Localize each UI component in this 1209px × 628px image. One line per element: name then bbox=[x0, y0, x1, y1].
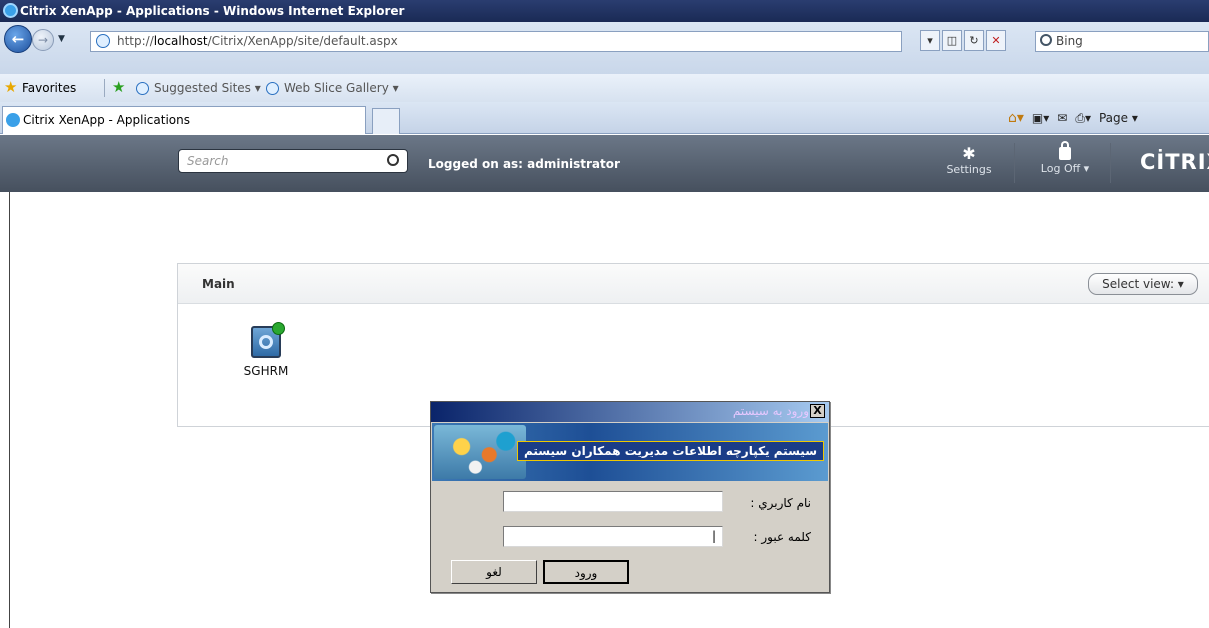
password-label: کلمه عبور : bbox=[753, 530, 811, 544]
fish-image bbox=[434, 425, 526, 479]
published-check-icon bbox=[272, 322, 285, 335]
application-icon bbox=[251, 322, 285, 358]
new-tab-button[interactable] bbox=[372, 108, 400, 134]
page-icon bbox=[96, 34, 110, 48]
tab-title: Citrix XenApp - Applications bbox=[23, 113, 190, 127]
home-icon[interactable]: ⌂▾ bbox=[1008, 110, 1024, 126]
header-divider bbox=[1014, 143, 1015, 183]
window-title-bar: Citrix XenApp - Applications - Windows I… bbox=[0, 0, 1209, 22]
fav-link-suggested-sites[interactable]: Suggested Sites ▾ bbox=[136, 74, 261, 102]
fav-link-label: Suggested Sites ▾ bbox=[154, 81, 261, 95]
address-host: localhost bbox=[153, 34, 208, 48]
username-label: نام کاربري : bbox=[750, 496, 811, 510]
window-edge bbox=[9, 192, 10, 628]
logged-on-text: Logged on as: administrator bbox=[428, 157, 620, 171]
fav-link-web-slice-gallery[interactable]: Web Slice Gallery ▾ bbox=[266, 74, 399, 102]
cancel-button[interactable]: لغو bbox=[451, 560, 537, 584]
favorites-star-icon: ★ bbox=[4, 78, 18, 96]
search-icon[interactable] bbox=[387, 154, 399, 166]
search-placeholder: Bing bbox=[1056, 34, 1083, 48]
panel-header: Main Select view: ▾ bbox=[178, 264, 1209, 304]
add-favorite-icon[interactable]: ★ bbox=[112, 80, 125, 95]
panel-title: Main bbox=[202, 277, 235, 291]
compatibility-view-icon[interactable]: ◫ bbox=[942, 30, 962, 51]
favorites-button[interactable]: Favorites bbox=[22, 74, 76, 102]
search-icon bbox=[1040, 34, 1052, 46]
recent-pages-dropdown-icon[interactable]: ▼ bbox=[58, 34, 65, 44]
favorites-bar: ★ Favorites ★ Suggested Sites ▾ Web Slic… bbox=[0, 74, 1209, 102]
page-icon bbox=[266, 82, 279, 95]
command-bar: ⌂▾ ▣▾ ✉ ⎙▾ Page ▾ bbox=[1008, 110, 1138, 126]
tab-bar: Citrix XenApp - Applications ⌂▾ ▣▾ ✉ ⎙▾ … bbox=[0, 102, 1209, 134]
page-menu[interactable]: Page ▾ bbox=[1099, 110, 1138, 126]
disk-icon bbox=[259, 335, 273, 349]
tab-citrix-applications[interactable]: Citrix XenApp - Applications bbox=[2, 106, 366, 134]
logoff-label: Log Off ▾ bbox=[1040, 162, 1090, 175]
address-path: /Citrix/XenApp/site/default.aspx bbox=[207, 34, 398, 48]
password-field[interactable]: | bbox=[503, 526, 723, 547]
bing-search-input[interactable]: Bing bbox=[1035, 31, 1209, 52]
refresh-icon[interactable]: ↻ bbox=[964, 30, 984, 51]
fav-link-label: Web Slice Gallery ▾ bbox=[284, 81, 399, 95]
forward-button[interactable]: → bbox=[32, 29, 54, 51]
address-dropdown-button[interactable]: ▾ bbox=[920, 30, 940, 51]
settings-label: Settings bbox=[946, 163, 992, 176]
feeds-icon[interactable]: ▣▾ bbox=[1032, 110, 1049, 126]
dialog-title-bar: X ورود به سيستم bbox=[431, 402, 829, 422]
logoff-button[interactable]: Log Off ▾ bbox=[1030, 141, 1100, 175]
address-bar[interactable]: http://localhost/Citrix/XenApp/site/defa… bbox=[90, 31, 902, 52]
app-tile-sghrm[interactable]: SGHRM bbox=[226, 322, 306, 378]
app-search-input[interactable]: Search bbox=[178, 149, 408, 173]
navigation-bar: ← → ▼ http://localhost/Citrix/XenApp/sit… bbox=[0, 22, 1209, 74]
search-placeholder: Search bbox=[187, 154, 229, 168]
login-dialog: X ورود به سيستم سیستم یکپارچه اطلاعات مد… bbox=[430, 401, 830, 593]
banner-title: سیستم یکپارچه اطلاعات مدیریت همکاران سیس… bbox=[517, 441, 824, 461]
mail-icon[interactable]: ✉ bbox=[1057, 110, 1067, 126]
address-tools: ▾ ◫ ↻ ✕ bbox=[920, 30, 1006, 51]
ie-logo-icon bbox=[3, 3, 18, 18]
window-title: Citrix XenApp - Applications - Windows I… bbox=[20, 4, 405, 18]
settings-button[interactable]: ✱ Settings bbox=[944, 144, 994, 177]
favorites-separator bbox=[104, 79, 105, 97]
close-button[interactable]: X bbox=[810, 404, 825, 418]
address-prefix: http:// bbox=[117, 34, 154, 48]
ie-tab-icon bbox=[6, 113, 20, 127]
gear-icon: ✱ bbox=[962, 144, 976, 163]
back-button[interactable]: ← bbox=[4, 25, 32, 53]
app-name: SGHRM bbox=[243, 364, 289, 378]
username-field[interactable] bbox=[503, 491, 723, 512]
login-button[interactable]: ورود bbox=[543, 560, 629, 584]
header-divider bbox=[1110, 143, 1111, 183]
page-icon bbox=[136, 82, 149, 95]
select-view-button[interactable]: Select view: ▾ bbox=[1088, 273, 1198, 295]
print-icon[interactable]: ⎙▾ bbox=[1075, 110, 1091, 126]
dialog-title: ورود به سيستم bbox=[732, 404, 809, 418]
dialog-banner: سیستم یکپارچه اطلاعات مدیریت همکاران سیس… bbox=[432, 423, 828, 481]
stop-icon[interactable]: ✕ bbox=[986, 30, 1006, 51]
citrix-header: Search Logged on as: administrator ✱ Set… bbox=[0, 135, 1209, 192]
citrix-logo: CİTRIX bbox=[1140, 150, 1209, 174]
lock-icon bbox=[1059, 141, 1071, 160]
